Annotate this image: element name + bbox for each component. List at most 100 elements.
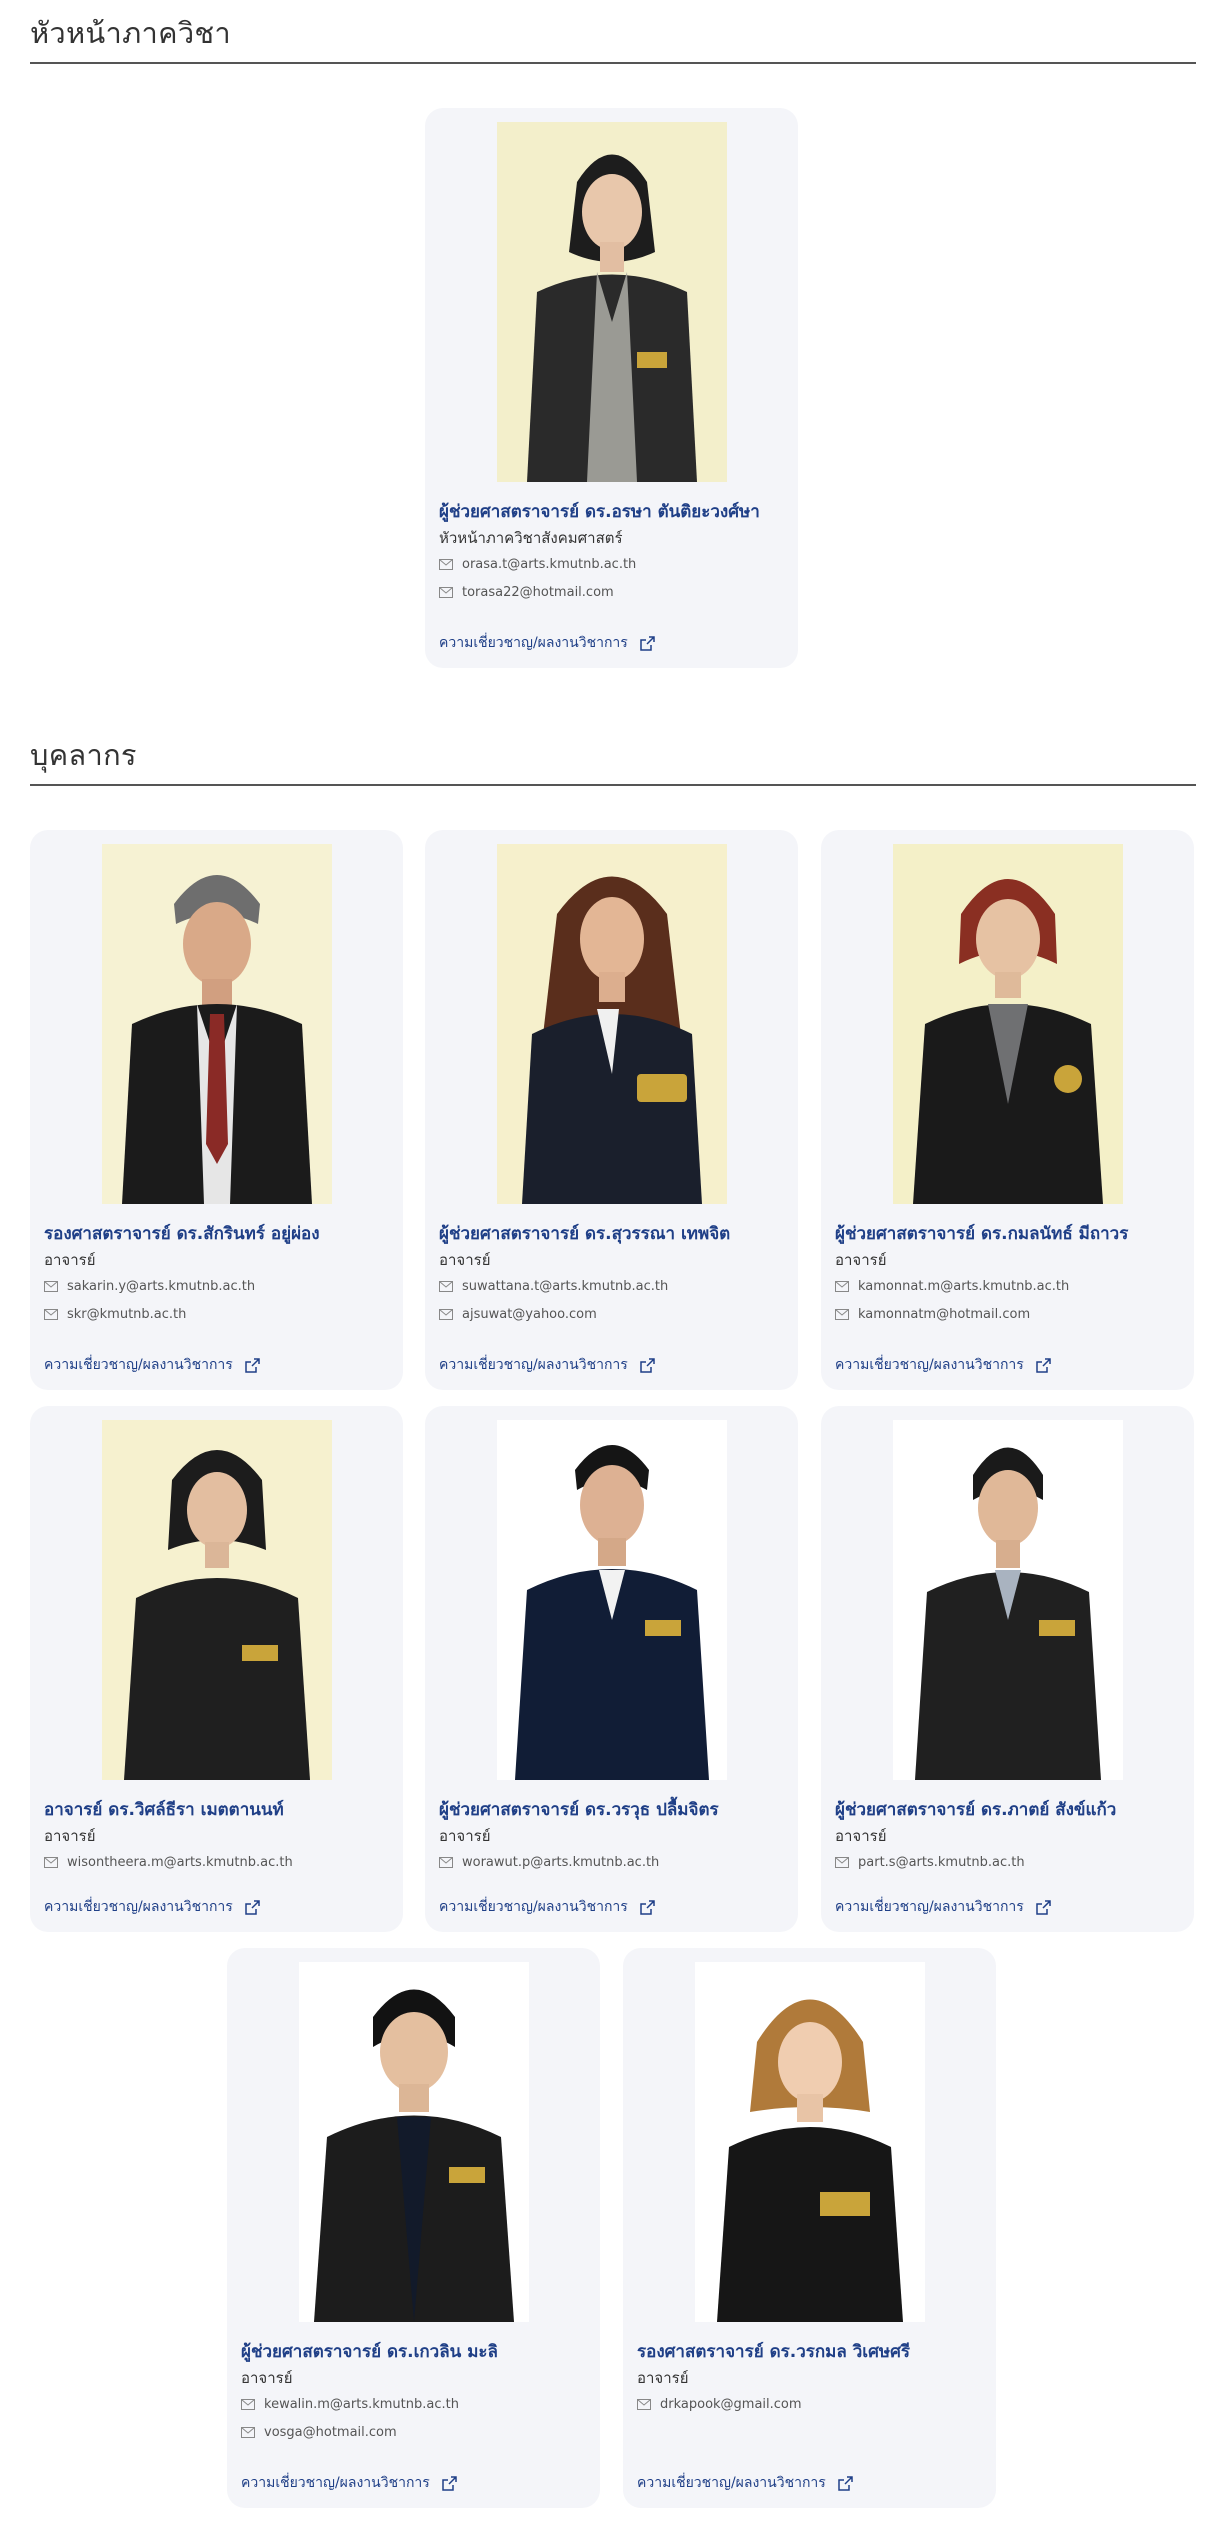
expertise-link-label: ความเชี่ยวชาญ/ผลงานวิชาการ xyxy=(439,1899,628,1915)
expertise-link-label: ความเชี่ยวชาญ/ผลงานวิชาการ xyxy=(439,635,628,651)
profile-position: อาจารย์ xyxy=(835,1251,887,1269)
profile-position: อาจารย์ xyxy=(637,2369,689,2387)
email-text[interactable]: part.s@arts.kmutnb.ac.th xyxy=(858,1855,1025,1870)
expertise-link-label: ความเชี่ยวชาญ/ผลงานวิชาการ xyxy=(439,1357,628,1373)
expertise-link-label: ความเชี่ยวชาญ/ผลงานวิชาการ xyxy=(241,2475,430,2491)
email-text[interactable]: ajsuwat@yahoo.com xyxy=(462,1307,597,1322)
section-title-head: หัวหน้าภาควิชา xyxy=(30,16,231,50)
profile-card-head: ผู้ช่วยศาสตราจารย์ ดร.อรษา ตันติยะวงศ์ษา… xyxy=(425,108,798,668)
profile-card: ผู้ช่วยศาสตราจารย์ ดร.เกวลิน มะลิ อาจารย… xyxy=(227,1948,600,2508)
email-row: suwattana.t@arts.kmutnb.ac.th xyxy=(439,1276,668,1296)
profile-name: ผู้ช่วยศาสตราจารย์ ดร.สุวรรณา เทพจิต xyxy=(439,1224,731,1244)
expertise-link[interactable]: ความเชี่ยวชาญ/ผลงานวิชาการ xyxy=(439,1896,655,1918)
profile-photo xyxy=(101,1420,332,1780)
expertise-link[interactable]: ความเชี่ยวชาญ/ผลงานวิชาการ xyxy=(637,2472,853,2494)
email-row: worawut.p@arts.kmutnb.ac.th xyxy=(439,1852,659,1872)
expertise-link-label: ความเชี่ยวชาญ/ผลงานวิชาการ xyxy=(835,1357,1024,1373)
profile-photo xyxy=(496,122,727,482)
expertise-link-label: ความเชี่ยวชาญ/ผลงานวิชาการ xyxy=(44,1899,233,1915)
external-link-icon xyxy=(838,2475,853,2491)
email-text[interactable]: drkapook@gmail.com xyxy=(660,2397,802,2412)
mail-icon xyxy=(241,2426,255,2438)
email-row: wisontheera.m@arts.kmutnb.ac.th xyxy=(44,1852,293,1872)
profile-name: รองศาสตราจารย์ ดร.วรกมล วิเศษศรี xyxy=(637,2342,911,2362)
mail-icon xyxy=(835,1856,849,1868)
email-text[interactable]: skr@kmutnb.ac.th xyxy=(67,1307,186,1322)
email-text[interactable]: suwattana.t@arts.kmutnb.ac.th xyxy=(462,1279,668,1294)
mail-icon xyxy=(439,586,453,598)
expertise-link-label: ความเชี่ยวชาญ/ผลงานวิชาการ xyxy=(637,2475,826,2491)
profile-position: อาจารย์ xyxy=(44,1251,96,1269)
email-text[interactable]: vosga@hotmail.com xyxy=(264,2425,397,2440)
mail-icon xyxy=(835,1308,849,1320)
email-row: vosga@hotmail.com xyxy=(241,2422,397,2442)
profile-position: อาจารย์ xyxy=(835,1827,887,1845)
external-link-icon xyxy=(245,1899,260,1915)
email-text[interactable]: torasa22@hotmail.com xyxy=(462,585,614,600)
profile-position: อาจารย์ xyxy=(439,1251,491,1269)
email-text[interactable]: sakarin.y@arts.kmutnb.ac.th xyxy=(67,1279,255,1294)
profile-name: ผู้ช่วยศาสตราจารย์ ดร.กมลนัทธ์ มีถาวร xyxy=(835,1224,1129,1244)
section-divider xyxy=(30,784,1196,786)
profile-card: รองศาสตราจารย์ ดร.วรกมล วิเศษศรี อาจารย์… xyxy=(623,1948,996,2508)
section-divider xyxy=(30,62,1196,64)
expertise-link[interactable]: ความเชี่ยวชาญ/ผลงานวิชาการ xyxy=(44,1354,260,1376)
mail-icon xyxy=(241,2398,255,2410)
profile-card: อาจารย์ ดร.วิศล์ธีรา เมตตานนท์ อาจารย์ w… xyxy=(30,1406,403,1932)
email-text[interactable]: orasa.t@arts.kmutnb.ac.th xyxy=(462,557,636,572)
profile-position: อาจารย์ xyxy=(439,1827,491,1845)
profile-card: ผู้ช่วยศาสตราจารย์ ดร.กมลนัทธ์ มีถาวร อา… xyxy=(821,830,1194,1390)
mail-icon xyxy=(44,1280,58,1292)
email-row: torasa22@hotmail.com xyxy=(439,582,614,602)
profile-position: อาจารย์ xyxy=(241,2369,293,2387)
external-link-icon xyxy=(640,1899,655,1915)
expertise-link[interactable]: ความเชี่ยวชาญ/ผลงานวิชาการ xyxy=(439,1354,655,1376)
mail-icon xyxy=(439,558,453,570)
profile-position: หัวหน้าภาควิชาสังคมศาสตร์ xyxy=(439,529,623,547)
section-title-staff: บุคลากร xyxy=(30,738,137,772)
email-row: kewalin.m@arts.kmutnb.ac.th xyxy=(241,2394,459,2414)
profile-photo xyxy=(298,1962,529,2322)
profile-photo xyxy=(694,1962,925,2322)
email-row: skr@kmutnb.ac.th xyxy=(44,1304,186,1324)
mail-icon xyxy=(439,1856,453,1868)
profile-photo xyxy=(892,844,1123,1204)
external-link-icon xyxy=(245,1357,260,1373)
profile-card: รองศาสตราจารย์ ดร.สักรินทร์ อยู่ผ่อง อาจ… xyxy=(30,830,403,1390)
expertise-link[interactable]: ความเชี่ยวชาญ/ผลงานวิชาการ xyxy=(241,2472,457,2494)
profile-name: อาจารย์ ดร.วิศล์ธีรา เมตตานนท์ xyxy=(44,1800,284,1820)
expertise-link[interactable]: ความเชี่ยวชาญ/ผลงานวิชาการ xyxy=(44,1896,260,1918)
mail-icon xyxy=(439,1280,453,1292)
profile-name: ผู้ช่วยศาสตราจารย์ ดร.ภาตย์ สังข์แก้ว xyxy=(835,1800,1117,1820)
expertise-link[interactable]: ความเชี่ยวชาญ/ผลงานวิชาการ xyxy=(835,1896,1051,1918)
external-link-icon xyxy=(640,635,655,651)
email-row: part.s@arts.kmutnb.ac.th xyxy=(835,1852,1025,1872)
external-link-icon xyxy=(1036,1357,1051,1373)
profile-card: ผู้ช่วยศาสตราจารย์ ดร.ภาตย์ สังข์แก้ว อา… xyxy=(821,1406,1194,1932)
email-row: kamonnat.m@arts.kmutnb.ac.th xyxy=(835,1276,1069,1296)
email-text[interactable]: kamonnat.m@arts.kmutnb.ac.th xyxy=(858,1279,1069,1294)
profile-photo xyxy=(101,844,332,1204)
email-row: sakarin.y@arts.kmutnb.ac.th xyxy=(44,1276,255,1296)
profile-photo xyxy=(496,1420,727,1780)
expertise-link[interactable]: ความเชี่ยวชาญ/ผลงานวิชาการ xyxy=(439,632,655,654)
email-text[interactable]: kewalin.m@arts.kmutnb.ac.th xyxy=(264,2397,459,2412)
expertise-link-label: ความเชี่ยวชาญ/ผลงานวิชาการ xyxy=(835,1899,1024,1915)
external-link-icon xyxy=(442,2475,457,2491)
email-text[interactable]: worawut.p@arts.kmutnb.ac.th xyxy=(462,1855,659,1870)
profile-card: ผู้ช่วยศาสตราจารย์ ดร.วรวุธ ปลื้มจิตร อา… xyxy=(425,1406,798,1932)
external-link-icon xyxy=(1036,1899,1051,1915)
email-text[interactable]: wisontheera.m@arts.kmutnb.ac.th xyxy=(67,1855,293,1870)
mail-icon xyxy=(44,1856,58,1868)
expertise-link[interactable]: ความเชี่ยวชาญ/ผลงานวิชาการ xyxy=(835,1354,1051,1376)
email-row: orasa.t@arts.kmutnb.ac.th xyxy=(439,554,636,574)
mail-icon xyxy=(439,1308,453,1320)
mail-icon xyxy=(637,2398,651,2410)
email-row: ajsuwat@yahoo.com xyxy=(439,1304,597,1324)
profile-name: ผู้ช่วยศาสตราจารย์ ดร.เกวลิน มะลิ xyxy=(241,2342,498,2362)
email-text[interactable]: kamonnatm@hotmail.com xyxy=(858,1307,1030,1322)
profile-position: อาจารย์ xyxy=(44,1827,96,1845)
profile-card: ผู้ช่วยศาสตราจารย์ ดร.สุวรรณา เทพจิต อาจ… xyxy=(425,830,798,1390)
profile-photo xyxy=(892,1420,1123,1780)
profile-name: ผู้ช่วยศาสตราจารย์ ดร.อรษา ตันติยะวงศ์ษา xyxy=(439,502,760,522)
